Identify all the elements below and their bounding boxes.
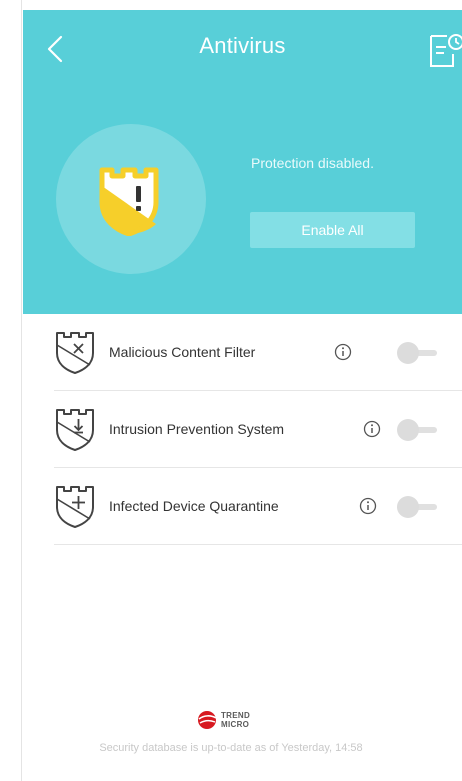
shield-download-icon — [56, 409, 94, 451]
feature-row-malicious-content-filter: Malicious Content Filter — [54, 314, 462, 391]
status-header: Antivirus Protection disabled. Enable Al… — [23, 10, 462, 314]
toggle-knob — [397, 419, 419, 441]
intrusion-prevention-system-toggle[interactable] — [397, 419, 441, 441]
info-icon[interactable] — [334, 343, 352, 361]
shield-x-icon — [56, 332, 94, 374]
database-status-text: Security database is up-to-date as of Ye… — [99, 742, 363, 754]
antivirus-screen: Antivirus Protection disabled. Enable Al… — [23, 10, 462, 781]
infected-device-quarantine-toggle[interactable] — [397, 496, 441, 518]
enable-all-button[interactable]: Enable All — [250, 212, 415, 248]
trend-micro-logo: TREND MICRO — [196, 710, 266, 730]
page-title: Antivirus — [199, 33, 286, 58]
malicious-content-filter-toggle[interactable] — [397, 342, 441, 364]
left-edge — [0, 0, 22, 781]
trend-micro-ball-icon — [198, 711, 217, 729]
app-frame: Antivirus Protection disabled. Enable Al… — [0, 0, 462, 781]
protection-status-text: Protection disabled. — [251, 155, 374, 171]
scan-history-icon[interactable] — [427, 30, 462, 70]
feature-label: Malicious Content Filter — [109, 344, 256, 360]
brand-name: TREND MICRO — [221, 711, 251, 729]
feature-label: Intrusion Prevention System — [109, 421, 285, 437]
feature-row-intrusion-prevention-system: Intrusion Prevention System — [54, 391, 462, 468]
row-divider — [54, 544, 462, 545]
feature-label: Infected Device Quarantine — [109, 498, 279, 514]
info-icon[interactable] — [359, 497, 377, 515]
shield-plus-icon — [56, 486, 94, 528]
feature-row-infected-device-quarantine: Infected Device Quarantine — [54, 468, 462, 545]
warning-shield-icon — [99, 167, 159, 236]
toggle-knob — [397, 342, 419, 364]
status-icon-circle — [56, 124, 206, 274]
toggle-knob — [397, 496, 419, 518]
info-icon[interactable] — [363, 420, 381, 438]
